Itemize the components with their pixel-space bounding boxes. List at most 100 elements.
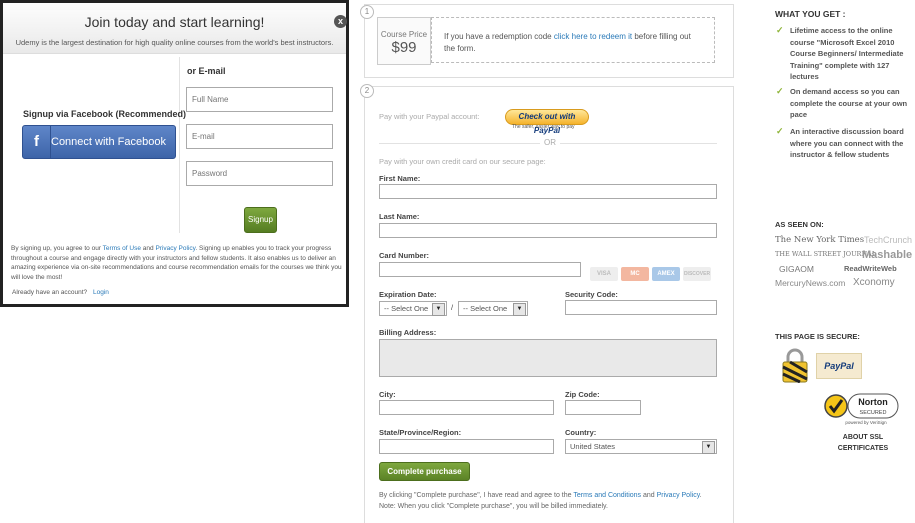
terms-of-use-link[interactable]: Terms of Use: [103, 245, 141, 252]
terms-prefix: By signing up, you agree to our: [11, 245, 103, 252]
checkmark-icon: ✓: [776, 25, 784, 35]
or-email-label: or E-mail: [187, 66, 226, 76]
card-number-label: Card Number:: [379, 251, 430, 260]
state-label: State/Province/Region:: [379, 428, 462, 437]
facebook-icon: f: [23, 126, 51, 158]
press-logo-xconomy: Xconomy: [853, 277, 895, 288]
checkmark-icon: ✓: [776, 86, 784, 96]
login-link[interactable]: Login: [93, 289, 109, 296]
exp-year-select[interactable]: -- Select One ▼: [458, 301, 528, 316]
country-value: United States: [570, 442, 616, 451]
exp-separator: /: [451, 303, 454, 312]
benefit-item: ✓ Lifetime access to the online course "…: [776, 25, 915, 83]
connect-facebook-label: Connect with Facebook: [51, 136, 166, 148]
security-code-input[interactable]: [565, 300, 717, 315]
state-input[interactable]: [379, 439, 554, 454]
last-name-label: Last Name:: [379, 212, 420, 221]
course-price-value: $99: [391, 39, 417, 56]
terms-and: and: [140, 245, 156, 252]
redemption-notice: If you have a redemption code click here…: [431, 17, 715, 63]
secure-heading: THIS PAGE IS SECURE:: [775, 332, 860, 341]
benefit-item: ✓ On demand access so you can complete t…: [776, 86, 915, 121]
or-text: OR: [540, 138, 560, 147]
press-logo-mercurynews: MercuryNews.com: [775, 278, 846, 288]
chevron-down-icon: ▼: [702, 441, 715, 454]
have-account-text: Already have an account?: [12, 289, 88, 296]
security-code-label: Security Code:: [565, 290, 618, 299]
city-input[interactable]: [379, 400, 554, 415]
norton-powered-text: powered by VeriSign: [845, 420, 887, 425]
benefit-item: ✓ An interactive discussion board where …: [776, 126, 915, 161]
terms-conditions-link[interactable]: Terms and Conditions: [573, 492, 641, 499]
press-logo-readwriteweb: ReadWriteWeb: [844, 264, 897, 273]
agree-prefix: By clicking "Complete purchase", I have …: [379, 492, 574, 499]
padlock-icon: [782, 348, 808, 383]
privacy-policy-link[interactable]: Privacy Policy: [155, 245, 195, 252]
agreement-text: By clicking "Complete purchase", I have …: [379, 492, 702, 499]
what-you-get-heading: WHAT YOU GET :: [775, 9, 846, 19]
card-number-input[interactable]: [379, 262, 581, 277]
modal-subtitle: Udemy is the largest destination for hig…: [15, 38, 334, 47]
mastercard-icon: MC: [621, 267, 649, 281]
password-input[interactable]: [186, 161, 333, 186]
exp-month-select[interactable]: -- Select One ▼: [379, 301, 447, 316]
paypal-tagline: The safer, easier way to pay: [512, 124, 575, 130]
chevron-down-icon: ▼: [432, 303, 445, 316]
signup-button[interactable]: Signup: [244, 207, 277, 233]
card-prompt: Pay with your own credit card on our sec…: [379, 157, 546, 166]
billing-address-input[interactable]: [379, 339, 717, 377]
first-name-label: First Name:: [379, 174, 421, 183]
expiration-label: Expiration Date:: [379, 290, 437, 299]
redeem-link[interactable]: click here to redeem it: [554, 32, 632, 41]
discover-icon: DISCOVER: [683, 267, 711, 281]
paypal-checkout-button[interactable]: Check out with PayPal: [505, 109, 589, 135]
billing-note: Note: When you click "Complete purchase"…: [379, 503, 608, 510]
city-label: City:: [379, 390, 396, 399]
signup-modal: Join today and start learning! Udemy is …: [0, 0, 349, 307]
step1-number: 1: [360, 5, 374, 19]
visa-icon: VISA: [590, 267, 618, 281]
facebook-signup-label: Signup via Facebook (Recommended): [23, 109, 187, 119]
norton-label: Norton: [858, 397, 888, 407]
exp-year-value: -- Select One: [463, 304, 508, 313]
privacy-policy-link[interactable]: Privacy Policy: [657, 492, 700, 499]
signup-terms-text: By signing up, you agree to our Terms of…: [11, 244, 343, 282]
press-logo-nytimes: The New York Times: [775, 235, 865, 245]
amex-icon: AMEX: [652, 267, 680, 281]
modal-title: Join today and start learning!: [84, 14, 265, 30]
benefit-text: Lifetime access to the online course "Mi…: [790, 26, 904, 81]
agree-and: and: [641, 492, 657, 499]
email-input[interactable]: [186, 124, 333, 149]
billing-address-label: Billing Address:: [379, 328, 437, 337]
close-icon[interactable]: x: [334, 15, 347, 28]
connect-facebook-button[interactable]: f Connect with Facebook: [22, 125, 176, 159]
first-name-input[interactable]: [379, 184, 717, 199]
benefit-text: On demand access so you can complete the…: [790, 87, 908, 119]
complete-purchase-button[interactable]: Complete purchase: [379, 462, 470, 481]
zip-label: Zip Code:: [565, 390, 600, 399]
modal-divider: [179, 57, 180, 233]
full-name-input[interactable]: [186, 87, 333, 112]
modal-header: Join today and start learning! Udemy is …: [3, 3, 347, 54]
card-brand-logos: VISA MC AMEX DISCOVER: [590, 262, 714, 281]
paypal-prompt: Pay with your Paypal account:: [379, 112, 480, 121]
benefit-text: An interactive discussion board where yo…: [790, 127, 904, 159]
press-logo-techcrunch: TechCrunch: [864, 235, 913, 245]
paypal-secure-badge: PayPal: [816, 353, 862, 379]
course-price-box: Course Price $99: [377, 17, 431, 65]
press-logo-mashable: Mashable: [862, 249, 913, 261]
chevron-down-icon: ▼: [513, 303, 526, 316]
exp-month-value: -- Select One: [384, 304, 429, 313]
about-ssl-link[interactable]: ABOUT SSL CERTIFICATES: [826, 432, 900, 454]
course-price-label: Course Price: [380, 30, 428, 39]
last-name-input[interactable]: [379, 223, 717, 238]
country-label: Country:: [565, 428, 597, 437]
zip-input[interactable]: [565, 400, 641, 415]
country-select[interactable]: United States ▼: [565, 439, 717, 454]
as-seen-on-heading: AS SEEN ON:: [775, 220, 824, 229]
press-logo-wsj: THE WALL STREET JOURNAL: [775, 250, 877, 258]
step2-number: 2: [360, 84, 374, 98]
norton-secured-seal: Norton SECURED powered by VeriSign: [824, 393, 899, 425]
norton-secured-text: SECURED: [860, 410, 887, 416]
press-logo-gigaom: GIGAOM: [779, 264, 814, 274]
